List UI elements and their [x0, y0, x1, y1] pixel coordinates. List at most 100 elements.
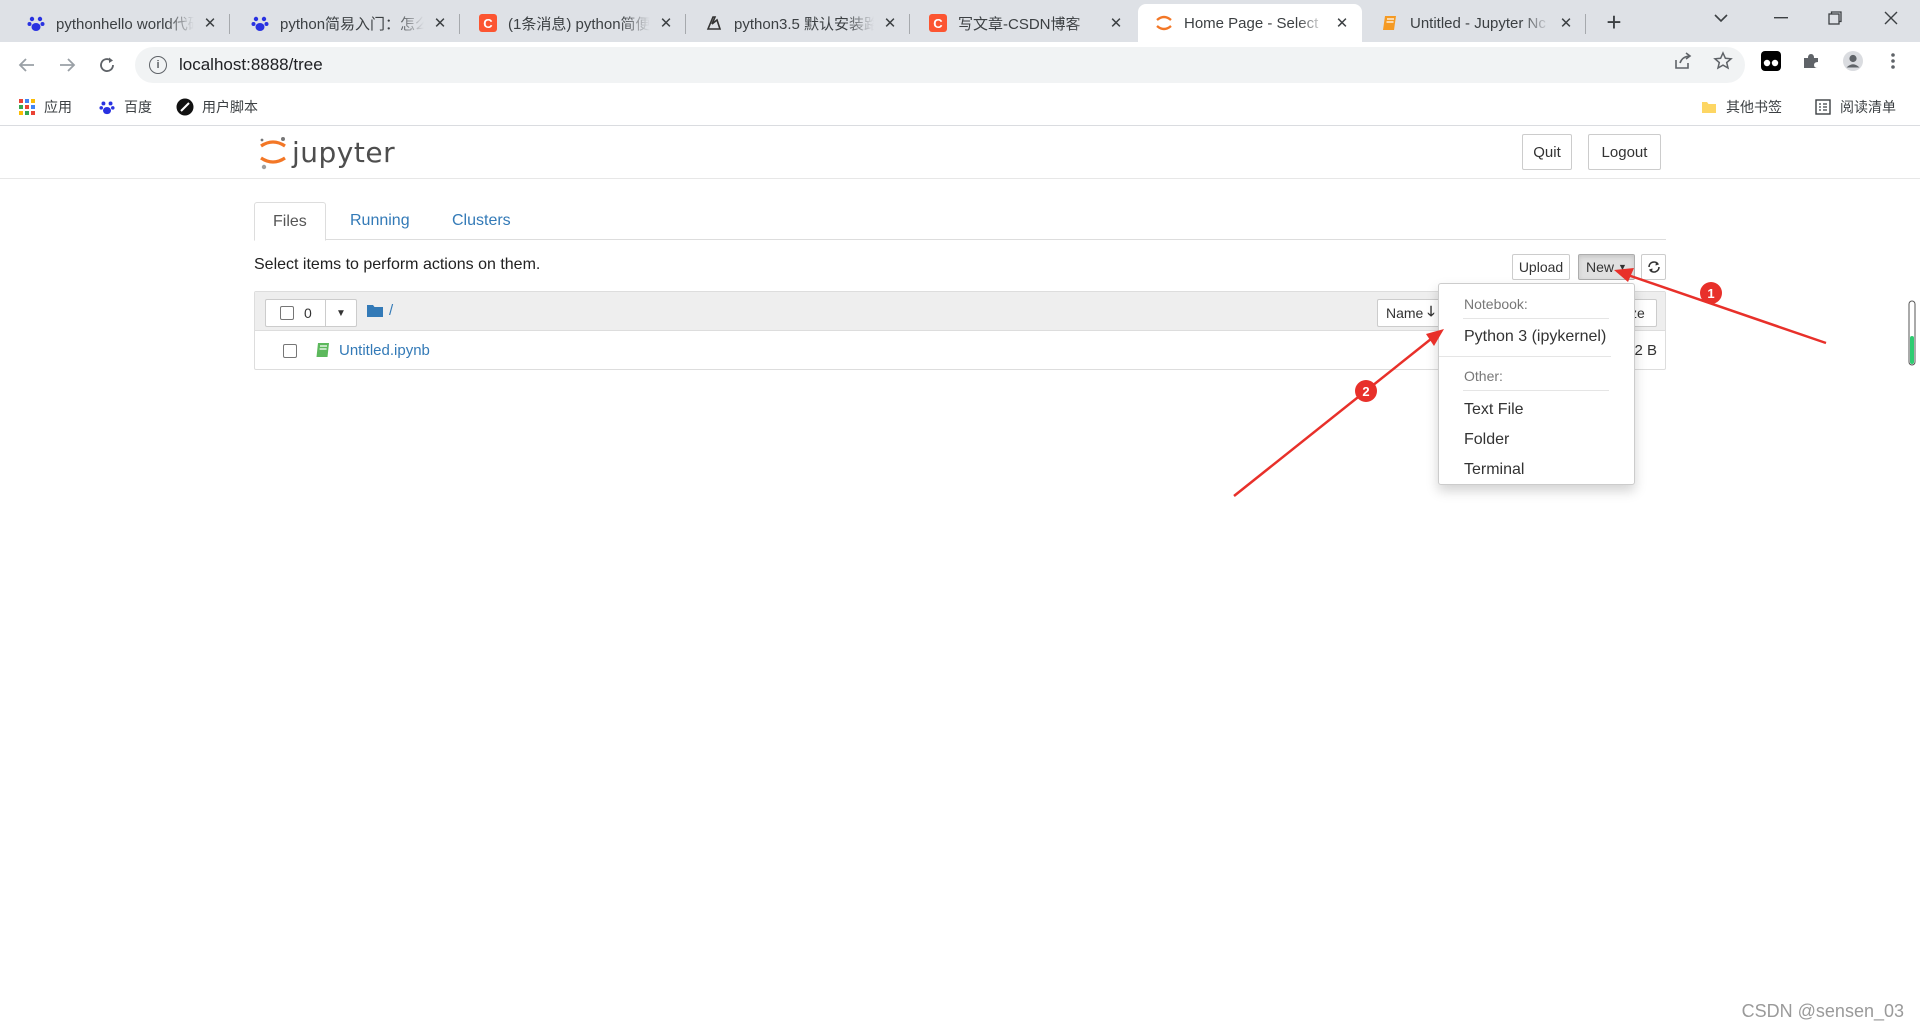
tab-search-icon[interactable]: [1696, 0, 1746, 36]
browser-tab[interactable]: C 写文章-CSDN博客 ✕: [912, 4, 1136, 42]
item-checkbox[interactable]: [283, 344, 297, 358]
sort-by-name-button[interactable]: Name 🡓: [1377, 299, 1443, 327]
file-name-link[interactable]: Untitled.ipynb: [339, 342, 430, 359]
bookmark-label: 阅读清单: [1840, 99, 1896, 115]
site-info-icon[interactable]: i: [149, 56, 167, 74]
quit-button[interactable]: Quit: [1522, 134, 1572, 170]
breadcrumb-root: /: [389, 302, 394, 319]
profile-avatar-icon[interactable]: [1842, 50, 1864, 72]
bookmark-label: 应用: [44, 99, 72, 115]
tab-title: pythonhello world代码: [56, 15, 194, 33]
new-terminal[interactable]: Terminal: [1464, 461, 1524, 479]
svg-text:C: C: [483, 16, 493, 31]
tab-separator: [459, 14, 460, 34]
browser-toolbar: i localhost:8888/tree: [0, 42, 1920, 88]
close-icon[interactable]: ✕: [880, 13, 900, 33]
browser-tab[interactable]: Untitled - Jupyter Nc ✕: [1364, 4, 1586, 42]
csdn-icon: C: [478, 13, 498, 33]
close-icon[interactable]: ✕: [1332, 13, 1352, 33]
annotation-marker-1: 1: [1700, 282, 1722, 304]
sort-name-label: Name: [1386, 305, 1424, 321]
tab-title: python简易入门：怎么: [280, 15, 424, 33]
new-button[interactable]: New ▼: [1578, 254, 1635, 280]
reading-list-icon: [1814, 98, 1832, 116]
reading-list[interactable]: 阅读清单: [1814, 96, 1896, 118]
csdn-icon: C: [928, 13, 948, 33]
restore-icon[interactable]: [1810, 0, 1860, 36]
marker-1-label: 1: [1707, 286, 1714, 301]
selection-menu-caret-icon[interactable]: ▼: [326, 300, 356, 326]
annotation-marker-2: 2: [1355, 380, 1377, 402]
tab-clusters[interactable]: Clusters: [434, 202, 529, 240]
refresh-button[interactable]: [1641, 254, 1666, 280]
close-icon[interactable]: ✕: [430, 13, 450, 33]
browser-tab[interactable]: C (1条消息) python简便 ✕: [462, 4, 686, 42]
apps-grid-icon: [18, 98, 36, 116]
menu-divider: [1463, 390, 1609, 391]
tab-title: Untitled - Jupyter Nc: [1410, 14, 1546, 32]
select-all[interactable]: 0: [266, 300, 326, 326]
notebook-file-icon: [316, 343, 329, 357]
tab-running[interactable]: Running: [332, 202, 428, 240]
new-python3-notebook[interactable]: Python 3 (ipykernel): [1464, 328, 1606, 346]
back-arrow-icon[interactable]: [12, 50, 42, 80]
close-icon[interactable]: ✕: [200, 13, 220, 33]
forward-arrow-icon[interactable]: [52, 50, 82, 80]
new-text-file[interactable]: Text File: [1464, 401, 1524, 419]
menu-divider: [1463, 318, 1609, 319]
select-all-checkbox[interactable]: [280, 306, 294, 320]
notebook-section-header: Notebook:: [1464, 296, 1528, 312]
close-icon[interactable]: ✕: [1106, 13, 1126, 33]
dashboard-tabs: Files Running Clusters: [254, 202, 1666, 241]
breadcrumb[interactable]: /: [367, 302, 393, 319]
refresh-icon: [1647, 261, 1660, 273]
browser-tab[interactable]: pythonhello world代码 ✕: [10, 4, 230, 42]
svg-text:C: C: [933, 16, 943, 31]
bookmark-label: 百度: [124, 99, 152, 115]
share-icon[interactable]: [1672, 50, 1694, 72]
tab-separator: [685, 14, 686, 34]
new-tab-button[interactable]: +: [1600, 7, 1628, 37]
window-close-icon[interactable]: [1866, 0, 1916, 36]
close-icon[interactable]: ✕: [656, 13, 676, 33]
bookmark-label: 其他书签: [1726, 99, 1782, 115]
minimize-icon[interactable]: [1756, 0, 1806, 36]
upload-button[interactable]: Upload: [1512, 254, 1570, 280]
bookmark-baidu[interactable]: 百度: [98, 96, 152, 118]
userscript-icon: [176, 98, 194, 116]
bookmark-star-icon[interactable]: [1712, 50, 1734, 72]
new-folder[interactable]: Folder: [1464, 431, 1509, 449]
browser-tab[interactable]: python3.5 默认安装路 ✕: [688, 4, 910, 42]
new-dropdown-menu: Notebook: Python 3 (ipykernel) Other: Te…: [1438, 283, 1635, 485]
extensions-puzzle-icon[interactable]: [1800, 50, 1822, 72]
file-size: 2 B: [1634, 342, 1657, 359]
jupyter-logo[interactable]: jupyter: [258, 134, 395, 170]
other-bookmarks[interactable]: 其他书签: [1700, 96, 1782, 118]
baidu-paw-icon: [26, 13, 46, 33]
close-icon[interactable]: ✕: [1556, 13, 1576, 33]
reload-icon[interactable]: [92, 50, 122, 80]
scrollbar-indicator[interactable]: [1908, 300, 1916, 366]
logout-button[interactable]: Logout: [1588, 134, 1661, 170]
bookmark-userscripts[interactable]: 用户脚本: [176, 96, 258, 118]
tab-separator: [909, 14, 910, 34]
jupyter-logo-text: jupyter: [292, 135, 396, 169]
browser-tab-active[interactable]: Home Page - Select ✕: [1138, 4, 1362, 42]
notebook-icon: [1380, 13, 1400, 33]
extension-tampermonkey-icon[interactable]: [1760, 50, 1782, 72]
baidu-paw-icon: [250, 13, 270, 33]
tab-separator: [229, 14, 230, 34]
menu-divider: [1439, 356, 1611, 357]
folder-icon: [367, 304, 383, 317]
url-text: localhost:8888/tree: [179, 55, 323, 74]
address-bar[interactable]: i localhost:8888/tree: [135, 47, 1745, 83]
jupyter-header: jupyter Quit Logout: [0, 127, 1920, 179]
jupyter-logo-icon: [260, 137, 286, 170]
tab-title: python3.5 默认安装路: [734, 15, 874, 33]
folder-icon: [1700, 98, 1718, 116]
browser-tab[interactable]: python简易入门：怎么 ✕: [234, 4, 460, 42]
menu-kebab-icon[interactable]: [1882, 50, 1904, 72]
baidu-paw-icon: [98, 98, 116, 116]
bookmark-apps[interactable]: 应用: [18, 96, 72, 118]
tab-files[interactable]: Files: [254, 202, 326, 241]
